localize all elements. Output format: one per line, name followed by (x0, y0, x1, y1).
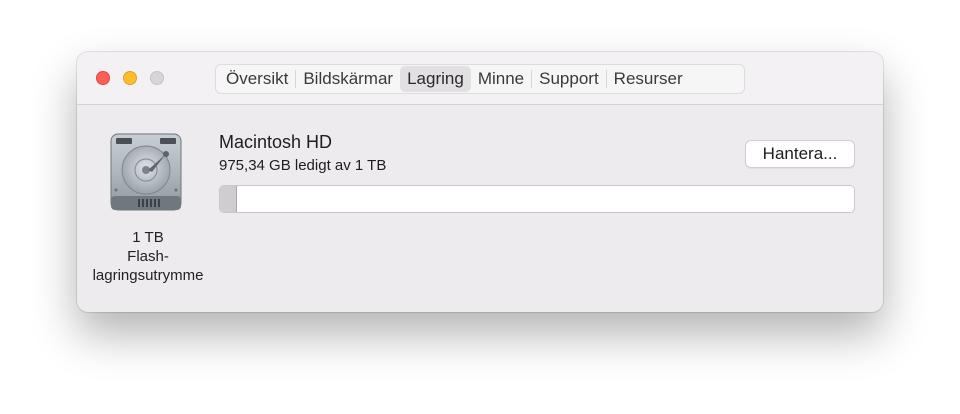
zoom-button[interactable] (150, 71, 164, 85)
tab-resurser[interactable]: Resurser (607, 66, 690, 92)
drive-caption: 1 TB Flash- lagringsutrymme (77, 228, 219, 285)
tab-lagring[interactable]: Lagring (400, 66, 471, 92)
tab-minne[interactable]: Minne (471, 66, 531, 92)
drive-type-line2: lagringsutrymme (92, 267, 204, 284)
about-this-mac-window: Översikt Bildskärmar Lagring Minne Suppo… (77, 52, 883, 312)
tab-bildskarmar[interactable]: Bildskärmar (296, 66, 400, 92)
tab-support[interactable]: Support (532, 66, 606, 92)
drive-type-line1: Flash- (127, 248, 169, 265)
hard-drive-icon (108, 132, 184, 214)
storage-usage-fill (220, 186, 237, 212)
drive-capacity: 1 TB (132, 229, 164, 246)
disk-free-space: 975,34 GB ledigt av 1 TB (219, 157, 387, 174)
storage-usage-bar (219, 185, 855, 213)
disk-name: Macintosh HD (219, 132, 333, 152)
close-button[interactable] (96, 71, 110, 85)
tab-oversikt[interactable]: Översikt (219, 66, 295, 92)
minimize-button[interactable] (123, 71, 137, 85)
manage-button[interactable]: Hantera... (745, 140, 855, 168)
toolbar: Översikt Bildskärmar Lagring Minne Suppo… (77, 52, 883, 105)
tab-bar: Översikt Bildskärmar Lagring Minne Suppo… (215, 64, 745, 94)
